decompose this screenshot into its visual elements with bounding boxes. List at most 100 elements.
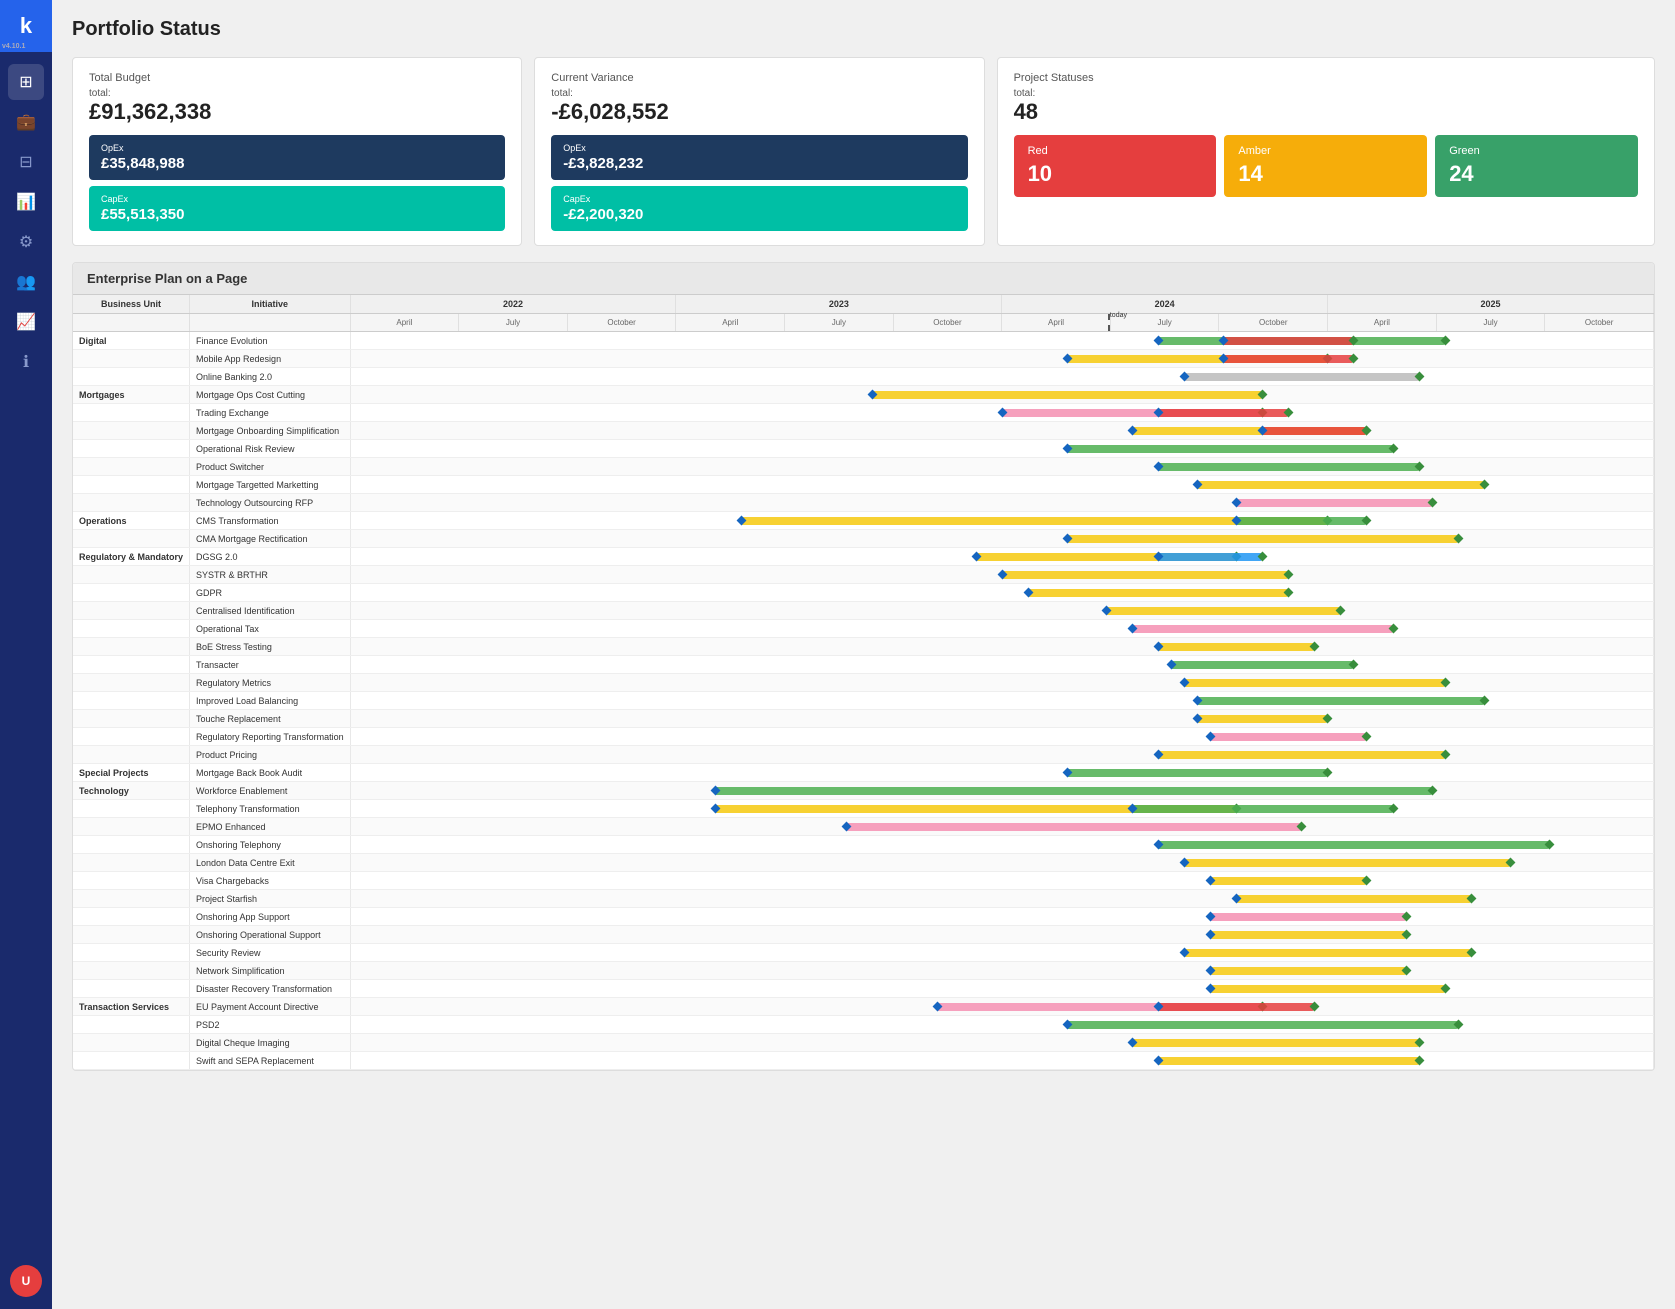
gantt-bu-cell: [73, 854, 190, 872]
gantt-init-cell: Disaster Recovery Transformation: [190, 980, 351, 998]
gantt-init-cell: SYSTR & BRTHR: [190, 566, 351, 584]
col-header-q-2024-April: Apriltoday: [1002, 314, 1111, 332]
sidebar-icon-bar-chart[interactable]: 📈: [8, 304, 44, 340]
gantt-bu-cell: [73, 1034, 190, 1052]
gantt-init-cell: Telephony Transformation: [190, 800, 351, 818]
gantt-bu-cell: Special Projects: [73, 764, 190, 782]
gantt-init-cell: Mortgage Targetted Marketting: [190, 476, 351, 494]
gantt-visual-cell: [350, 440, 1653, 458]
gantt-bar: [1236, 517, 1366, 525]
gantt-row: CMA Mortgage Rectification: [73, 530, 1654, 548]
gantt-visual-cell: [350, 350, 1653, 368]
gantt-init-cell: Operational Risk Review: [190, 440, 351, 458]
gantt-init-cell: Product Switcher: [190, 458, 351, 476]
sidebar: k v4.10.1 ⊞ 💼 ⊟ 📊 ⚙ 👥 📈 ℹ U: [0, 0, 52, 1309]
kpi-budget: Total Budget total: £91,362,338 OpEx £35…: [72, 57, 522, 246]
gantt-init-cell: GDPR: [190, 584, 351, 602]
budget-opex-value: £35,848,988: [101, 155, 184, 172]
variance-label: Current Variance: [551, 72, 967, 84]
gantt-visual-cell: [350, 746, 1653, 764]
col-header-q-2025-April: April: [1328, 314, 1437, 332]
sidebar-icon-chart[interactable]: 📊: [8, 184, 44, 220]
gantt-bu-cell: [73, 1016, 190, 1034]
sidebar-icon-briefcase[interactable]: 💼: [8, 104, 44, 140]
gantt-bar: [1236, 895, 1470, 903]
gantt-visual-cell: [350, 782, 1653, 800]
gantt-init-cell: EPMO Enhanced: [190, 818, 351, 836]
gantt-init-cell: EU Payment Account Directive: [190, 998, 351, 1016]
gantt-bar: [1158, 409, 1288, 417]
status-amber-value: 14: [1238, 161, 1413, 187]
gantt-row: Regulatory & MandatoryDGSG 2.0: [73, 548, 1654, 566]
gantt-bu-cell: [73, 620, 190, 638]
col-header-initiative: Initiative: [190, 295, 351, 314]
user-avatar[interactable]: U: [10, 1265, 42, 1297]
app-logo[interactable]: k v4.10.1: [0, 0, 52, 52]
sidebar-icon-info[interactable]: ℹ: [8, 344, 44, 380]
sidebar-icon-table[interactable]: ⊟: [8, 144, 44, 180]
gantt-bu-cell: [73, 674, 190, 692]
gantt-visual-cell: [350, 494, 1653, 512]
budget-total-label: total:: [89, 88, 505, 99]
variance-capex-value: -£2,200,320: [563, 206, 643, 223]
gantt-bu-cell: [73, 1052, 190, 1070]
statuses-total-label: total:: [1014, 88, 1638, 99]
gantt-init-cell: Visa Chargebacks: [190, 872, 351, 890]
gantt-init-cell: Network Simplification: [190, 962, 351, 980]
col-header-init2: [190, 314, 351, 332]
gantt-row: Disaster Recovery Transformation: [73, 980, 1654, 998]
gantt-row: Security Review: [73, 944, 1654, 962]
gantt-bar: [1171, 661, 1353, 669]
gantt-row: London Data Centre Exit: [73, 854, 1654, 872]
gantt-row: PSD2: [73, 1016, 1654, 1034]
sidebar-icon-settings[interactable]: ⚙: [8, 224, 44, 260]
gantt-row: Operational Risk Review: [73, 440, 1654, 458]
gantt-bu-cell: [73, 404, 190, 422]
gantt-init-cell: Mortgage Back Book Audit: [190, 764, 351, 782]
gantt-row: Improved Load Balancing: [73, 692, 1654, 710]
gantt-row: Mobile App Redesign: [73, 350, 1654, 368]
gantt-visual-cell: [350, 854, 1653, 872]
gantt-bu-cell: [73, 584, 190, 602]
gantt-bar: [1158, 463, 1418, 471]
gantt-bu-cell: [73, 422, 190, 440]
gantt-bar: [1158, 1003, 1314, 1011]
col-header-q-2025-October: October: [1545, 314, 1654, 332]
gantt-bar: [1158, 643, 1314, 651]
gantt-row: Project Starfish: [73, 890, 1654, 908]
gantt-bu-cell: [73, 368, 190, 386]
gantt-row: Transacter: [73, 656, 1654, 674]
gantt-visual-cell: [350, 872, 1653, 890]
statuses-total: 48: [1014, 99, 1638, 125]
variance-opex-box: OpEx -£3,828,232: [551, 135, 967, 180]
gantt-bu-cell: Digital: [73, 332, 190, 350]
gantt-visual-cell: [350, 692, 1653, 710]
gantt-visual-cell: [350, 800, 1653, 818]
gantt-bar: [1028, 589, 1288, 597]
gantt-bar: [1210, 967, 1405, 975]
kpi-row: Total Budget total: £91,362,338 OpEx £35…: [72, 57, 1655, 246]
gantt-init-cell: Regulatory Metrics: [190, 674, 351, 692]
sidebar-nav: ⊞ 💼 ⊟ 📊 ⚙ 👥 📈 ℹ: [8, 52, 44, 1253]
gantt-visual-cell: [350, 890, 1653, 908]
gantt-init-cell: Centralised Identification: [190, 602, 351, 620]
status-amber: Amber 14: [1224, 135, 1427, 197]
gantt-row: Digital Cheque Imaging: [73, 1034, 1654, 1052]
gantt-visual-cell: [350, 944, 1653, 962]
sidebar-icon-users[interactable]: 👥: [8, 264, 44, 300]
col-header-year-2024: 2024: [1002, 295, 1328, 314]
budget-capex-value: £55,513,350: [101, 206, 184, 223]
sidebar-icon-grid[interactable]: ⊞: [8, 64, 44, 100]
gantt-init-cell: Trading Exchange: [190, 404, 351, 422]
gantt-bar: [1210, 985, 1444, 993]
gantt-visual-cell: [350, 962, 1653, 980]
gantt-visual-cell: [350, 1016, 1653, 1034]
gantt-row: Onshoring App Support: [73, 908, 1654, 926]
gantt-bu-cell: [73, 908, 190, 926]
kpi-statuses: Project Statuses total: 48 Red 10 Amber …: [997, 57, 1655, 246]
gantt-init-cell: Project Starfish: [190, 890, 351, 908]
gantt-row: Product Pricing: [73, 746, 1654, 764]
col-header-q-2025-July: July: [1436, 314, 1545, 332]
gantt-container[interactable]: Business UnitInitiative2022202320242025A…: [73, 295, 1654, 1070]
gantt-init-cell: Product Pricing: [190, 746, 351, 764]
